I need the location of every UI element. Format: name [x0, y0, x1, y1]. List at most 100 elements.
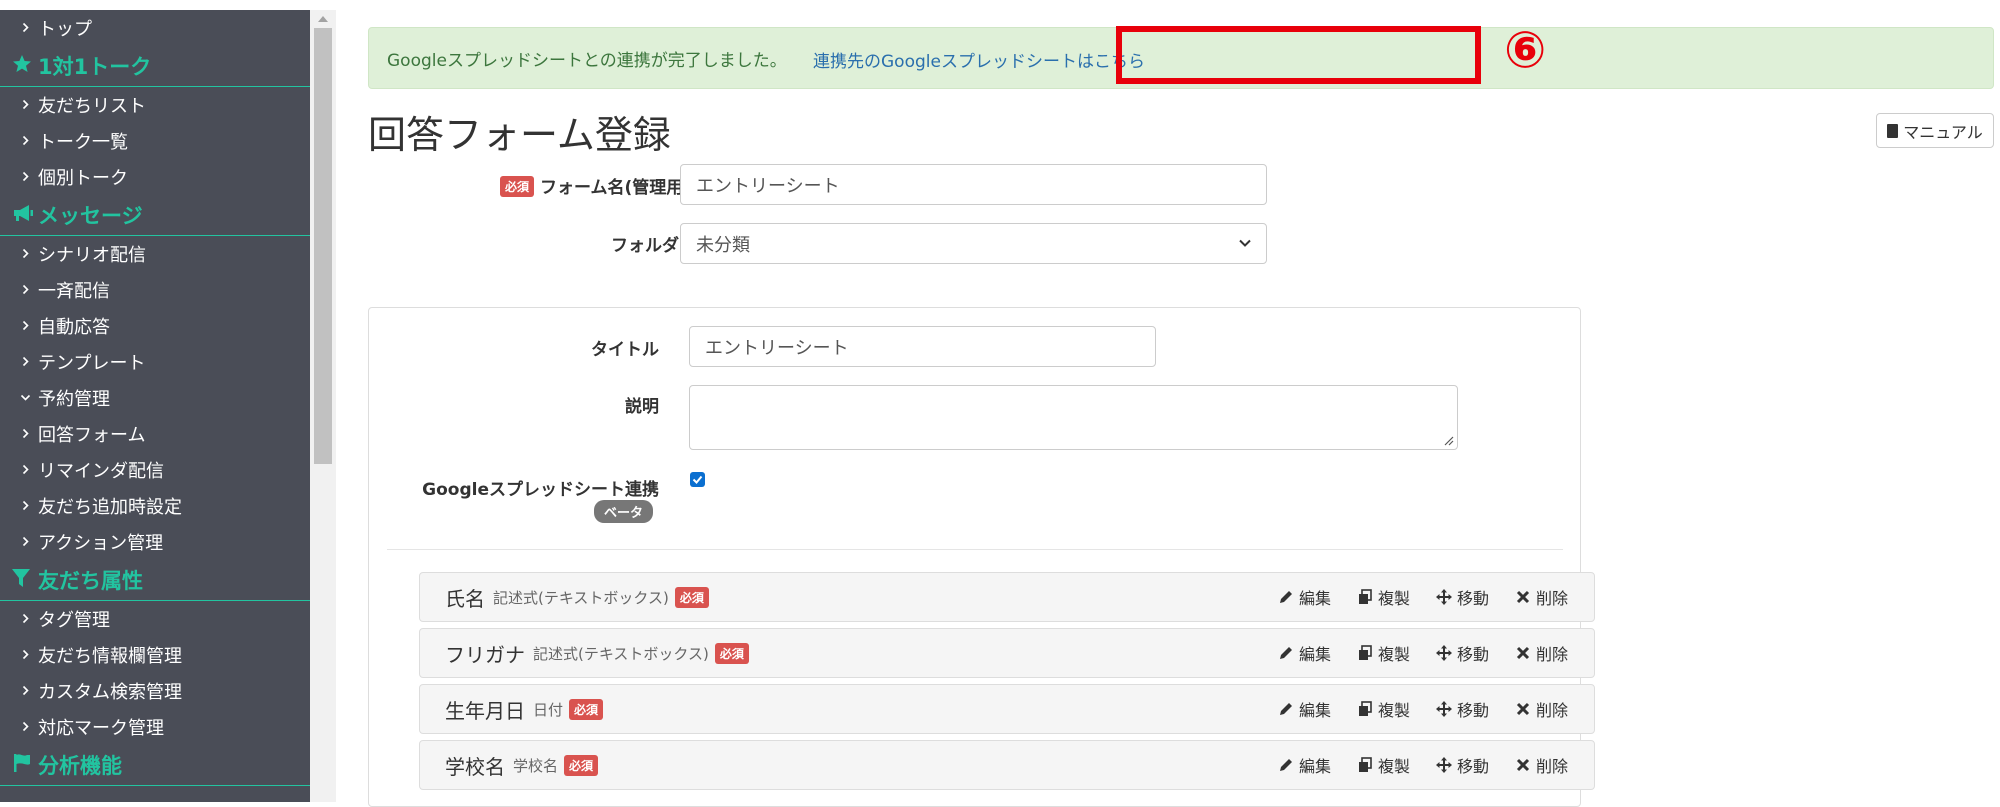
sidebar-item-11[interactable]: 回答フォーム — [0, 416, 310, 452]
delete-button[interactable]: 削除 — [1515, 641, 1568, 665]
sidebar-item-4[interactable]: 個別トーク — [0, 159, 310, 195]
chevron-right-icon — [20, 425, 38, 443]
sidebar-item-3[interactable]: トーク一覧 — [0, 123, 310, 159]
sidebar-item-label: リマインダ配信 — [38, 461, 164, 482]
edit-button[interactable]: 編集 — [1278, 641, 1331, 665]
sidebar-scrollbar[interactable] — [310, 10, 336, 802]
form-field-row[interactable]: 生年月日 日付 必須 編集 複製 移動 削除 — [419, 684, 1595, 734]
required-badge: 必須 — [714, 642, 749, 664]
main-content: Googleスプレッドシートとの連携が完了しました。 連携先のGoogleスプレ… — [336, 0, 2000, 807]
sidebar-item-14[interactable]: アクション管理 — [0, 524, 310, 560]
alert-message: Googleスプレッドシートとの連携が完了しました。 — [387, 50, 787, 71]
sidebar-section-label: 分析機能 — [38, 754, 122, 778]
copy-button[interactable]: 複製 — [1357, 753, 1410, 777]
description-textarea[interactable] — [689, 385, 1458, 450]
move-button[interactable]: 移動 — [1435, 697, 1489, 721]
delete-label: 削除 — [1535, 589, 1568, 608]
sidebar-item-2[interactable]: 友だちリスト — [0, 87, 310, 123]
form-field-row[interactable]: フリガナ 記述式(テキストボックス) 必須 編集 複製 移動 削除 — [419, 628, 1595, 678]
copy-icon — [1357, 589, 1378, 605]
move-button[interactable]: 移動 — [1435, 641, 1489, 665]
edit-button[interactable]: 編集 — [1278, 697, 1331, 721]
edit-label: 編集 — [1298, 589, 1331, 608]
manual-button[interactable]: マニュアル — [1876, 113, 1994, 148]
edit-button[interactable]: 編集 — [1278, 753, 1331, 777]
sidebar-item-label: 対応マーク管理 — [38, 718, 164, 739]
sidebar-section-5[interactable]: メッセージ — [0, 195, 310, 236]
sidebar-section-15[interactable]: 友だち属性 — [0, 560, 310, 601]
sidebar-item-label: テンプレート — [38, 353, 146, 374]
scrollbar-thumb[interactable] — [314, 28, 332, 464]
field-type: 学校名 — [513, 756, 559, 775]
sidebar-item-label: トーク一覧 — [38, 132, 128, 153]
sidebar-section-20[interactable]: 分析機能 — [0, 745, 310, 786]
sidebar-item-19[interactable]: 対応マーク管理 — [0, 709, 310, 745]
sidebar-item-label: 回答フォーム — [38, 425, 146, 446]
sidebar-item-18[interactable]: カスタム検索管理 — [0, 673, 310, 709]
sidebar-item-10[interactable]: 予約管理 — [0, 380, 310, 416]
form-name-value: エントリーシート — [696, 175, 840, 197]
delete-button[interactable]: 削除 — [1515, 585, 1568, 609]
copy-label: 複製 — [1377, 645, 1410, 664]
sheets-label: Googleスプレッドシート連携 — [422, 480, 659, 500]
form-field-row[interactable]: 学校名 学校名 必須 編集 複製 移動 削除 — [419, 740, 1595, 790]
sidebar-item-6[interactable]: シナリオ配信 — [0, 236, 310, 272]
required-badge: 必須 — [564, 754, 599, 776]
copy-button[interactable]: 複製 — [1357, 585, 1410, 609]
field-type: 記述式(テキストボックス) — [533, 644, 709, 663]
move-label: 移動 — [1456, 701, 1489, 720]
book-icon — [1887, 123, 1899, 138]
sidebar-item-13[interactable]: 友だち追加時設定 — [0, 488, 310, 524]
title-input[interactable]: エントリーシート — [689, 326, 1156, 367]
sidebar-item-0[interactable]: トップ — [0, 10, 310, 46]
manual-button-label: マニュアル — [1903, 122, 1983, 142]
sidebar-item-label: 友だち追加時設定 — [38, 497, 182, 518]
field-name: 生年月日 — [445, 698, 525, 723]
copy-button[interactable]: 複製 — [1357, 641, 1410, 665]
move-label: 移動 — [1456, 757, 1489, 776]
sheets-checkbox[interactable] — [690, 472, 705, 487]
delete-icon — [1515, 645, 1536, 661]
move-button[interactable]: 移動 — [1435, 753, 1489, 777]
move-icon — [1435, 757, 1457, 773]
megaphone-icon — [12, 204, 38, 227]
chevron-right-icon — [20, 19, 38, 37]
edit-button[interactable]: 編集 — [1278, 585, 1331, 609]
sidebar-section-1[interactable]: 1対1トーク — [0, 46, 310, 87]
folder-select[interactable]: 未分類 — [680, 223, 1267, 264]
required-badge: 必須 — [499, 176, 534, 197]
sidebar-item-8[interactable]: 自動応答 — [0, 308, 310, 344]
delete-label: 削除 — [1535, 757, 1568, 776]
sidebar-item-7[interactable]: 一斉配信 — [0, 272, 310, 308]
copy-label: 複製 — [1377, 701, 1410, 720]
copy-icon — [1357, 645, 1378, 661]
chevron-right-icon — [20, 317, 38, 335]
move-button[interactable]: 移動 — [1435, 585, 1489, 609]
field-name: 氏名 — [445, 586, 485, 611]
annotation-highlight-box — [1116, 26, 1481, 84]
copy-icon — [1357, 701, 1378, 717]
folder-select-value: 未分類 — [696, 234, 750, 256]
chevron-right-icon — [20, 718, 38, 736]
sidebar-section-label: メッセージ — [38, 204, 143, 228]
edit-icon — [1278, 645, 1299, 661]
resize-grip-icon[interactable] — [1442, 434, 1454, 446]
scroll-up-arrow-icon[interactable] — [310, 10, 336, 28]
sidebar-item-9[interactable]: テンプレート — [0, 344, 310, 380]
spreadsheet-link[interactable]: 連携先のGoogleスプレッドシートはこちら — [813, 28, 1145, 90]
sidebar-item-17[interactable]: 友だち情報欄管理 — [0, 637, 310, 673]
sidebar-section-label: 1対1トーク — [38, 55, 152, 79]
sidebar-item-label: 予約管理 — [38, 389, 110, 410]
chevron-right-icon — [20, 533, 38, 551]
sidebar-item-16[interactable]: タグ管理 — [0, 601, 310, 637]
delete-button[interactable]: 削除 — [1515, 753, 1568, 777]
form-field-row[interactable]: 氏名 記述式(テキストボックス) 必須 編集 複製 移動 削除 — [419, 572, 1595, 622]
delete-button[interactable]: 削除 — [1515, 697, 1568, 721]
sidebar-item-12[interactable]: リマインダ配信 — [0, 452, 310, 488]
annotation-step-number: ⑥ — [1504, 21, 1547, 79]
sidebar-item-label: 友だち情報欄管理 — [38, 646, 182, 667]
form-name-input[interactable]: エントリーシート — [680, 164, 1267, 205]
copy-button[interactable]: 複製 — [1357, 697, 1410, 721]
field-actions: 編集 複製 移動 削除 — [1278, 685, 1594, 733]
form-name-label-group: 必須 フォーム名(管理用) — [451, 173, 691, 198]
